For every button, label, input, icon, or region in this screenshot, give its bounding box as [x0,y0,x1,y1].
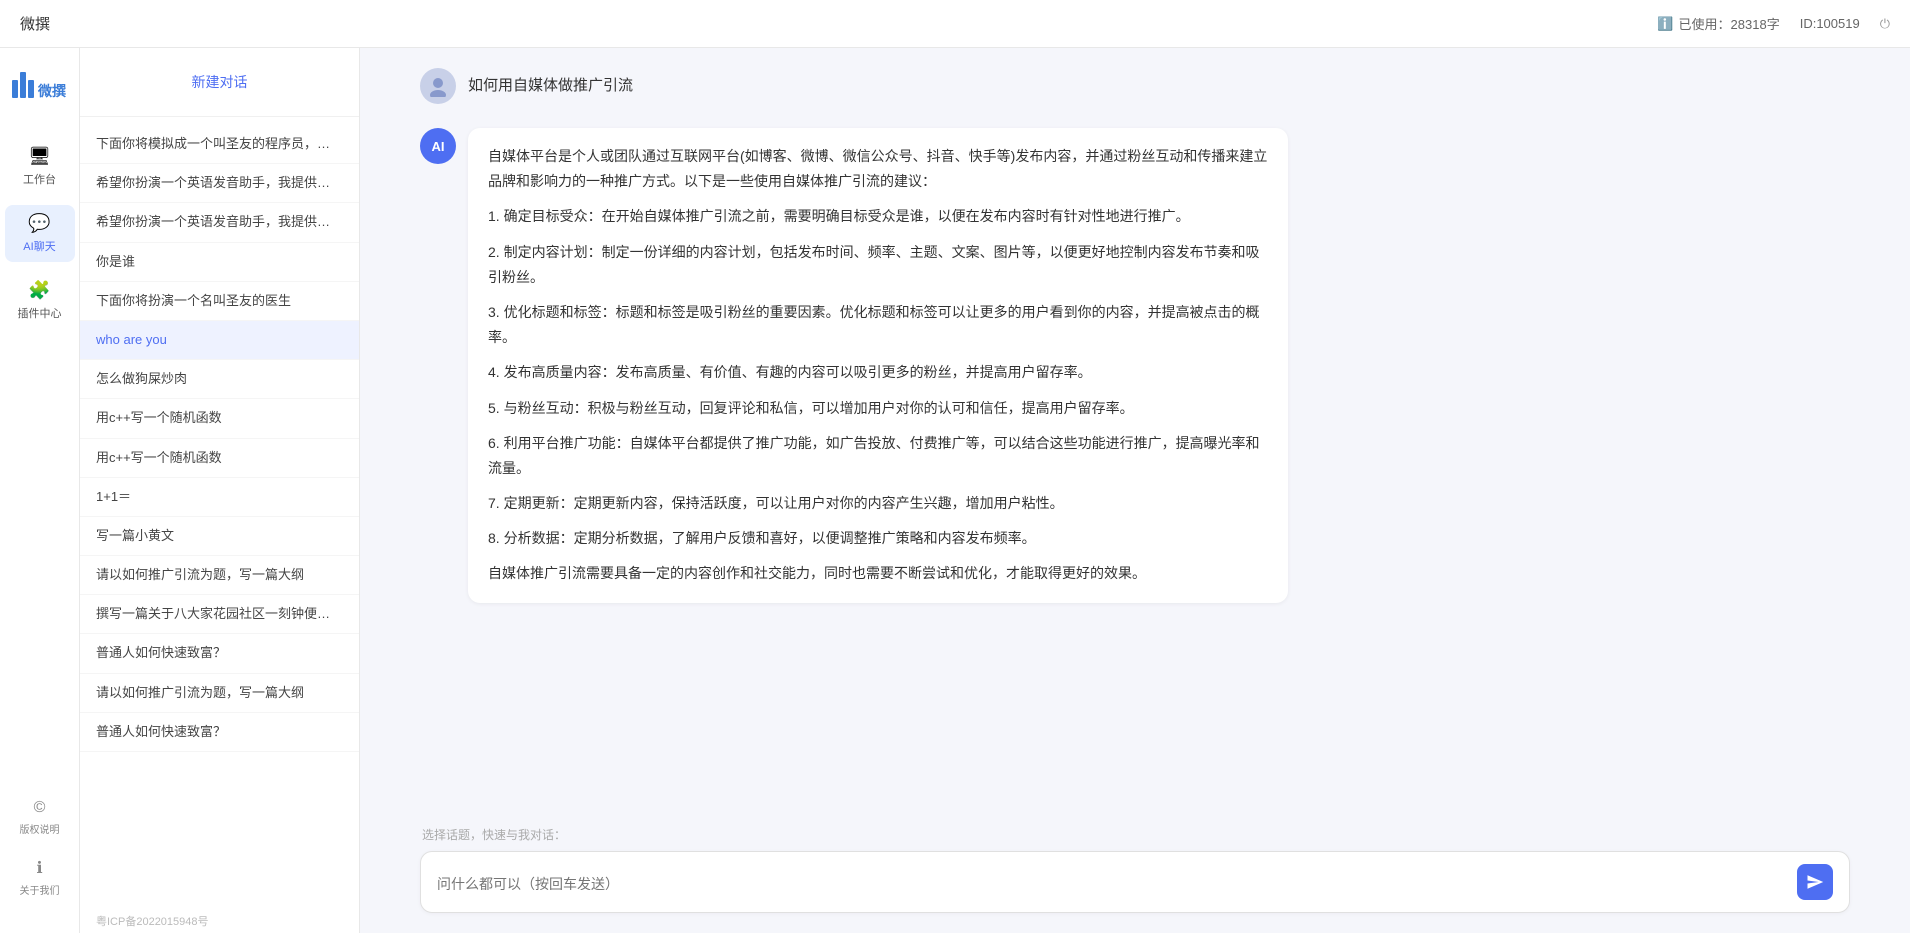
sidebar-header: 新建对话 [80,48,359,117]
sidebar-item[interactable]: 希望你扮演一个英语发音助手，我提供给你... [80,164,359,203]
sidebar-item[interactable]: 撰写一篇关于八大家花园社区一刻钟便民生... [80,595,359,634]
sidebar-item[interactable]: 用c++写一个随机函数 [80,439,359,478]
logo: 微撰 [10,68,70,108]
chat-quick-hint: 选择话题，快速与我对话： [420,826,1850,843]
ai-avatar: AI [420,128,456,164]
about-icon: ℹ [36,858,42,878]
user-avatar [420,68,456,104]
ai-message: AI 自媒体平台是个人或团队通过互联网平台(如博客、微博、微信公众号、抖音、快手… [420,128,1850,603]
nav-workbench[interactable]: 🖥 工作台 [5,138,75,195]
message-group-ai: AI 自媒体平台是个人或团队通过互联网平台(如博客、微博、微信公众号、抖音、快手… [420,128,1850,603]
sidebar-item[interactable]: 怎么做狗屎炒肉 [80,360,359,399]
ai-message-content: 自媒体平台是个人或团队通过互联网平台(如博客、微博、微信公众号、抖音、快手等)发… [468,128,1288,603]
nav-plugin-label: 插件中心 [18,305,62,321]
chat-input-box [420,851,1850,913]
nav-workbench-label: 工作台 [23,171,56,187]
plugin-icon: 🧩 [28,280,50,301]
ai-chat-icon: 💬 [28,213,50,234]
copyright-icon: © [34,799,46,817]
power-button[interactable]: ⏻ [1880,16,1890,32]
sidebar-item[interactable]: 普通人如何快速致富？ [80,713,359,752]
ai-para-1: 1. 确定目标受众：在开始自媒体推广引流之前，需要明确目标受众是谁，以便在发布内… [488,204,1268,229]
sidebar-item[interactable]: 请以如何推广引流为题，写一篇大纲 [80,556,359,595]
user-message-text: 如何用自媒体做推广引流 [468,68,633,98]
sidebar-item[interactable]: 请以如何推广引流为题，写一篇大纲 [80,674,359,713]
sidebar-item[interactable]: 用c++写一个随机函数 [80,399,359,438]
user-message: 如何用自媒体做推广引流 [420,68,1850,104]
usage-icon: ℹ️ [1657,16,1673,32]
chat-messages: 如何用自媒体做推广引流 AI 自媒体平台是个人或团队通过互联网平台(如博客、微博… [360,48,1910,816]
chat-input-field[interactable] [437,874,1797,890]
nav-ai-chat-label: AI聊天 [23,238,55,254]
sidebar-item[interactable]: 1+1＝ [80,478,359,517]
ai-para-8: 8. 分析数据：定期分析数据，了解用户反馈和喜好，以便调整推广策略和内容发布频率… [488,526,1268,551]
id-label: ID:100519 [1800,16,1860,31]
ai-para-2: 2. 制定内容计划：制定一份详细的内容计划，包括发布时间、频率、主题、文案、图片… [488,240,1268,290]
nav-copyright[interactable]: © 版权说明 [14,793,66,842]
sidebar-item[interactable]: 下面你将模拟成一个叫圣友的程序员，我说... [80,125,359,164]
workbench-icon: 🖥 [28,146,51,167]
sidebar-item-active[interactable]: who are you [80,321,359,360]
sidebar-item[interactable]: 普通人如何快速致富？ [80,634,359,673]
icp-text: 粤ICP备2022015948号 [96,909,209,931]
ai-para-3: 3. 优化标题和标签：标题和标签是吸引粉丝的重要因素。优化标题和标签可以让更多的… [488,300,1268,350]
nav-ai-chat[interactable]: 💬 AI聊天 [5,205,75,262]
message-group-user: 如何用自媒体做推广引流 [420,68,1850,104]
sidebar-item[interactable]: 希望你扮演一个英语发音助手，我提供给你... [80,203,359,242]
svg-text:微撰: 微撰 [37,83,66,99]
usage-label: 已使用：28318字 [1679,14,1780,33]
sidebar-item[interactable]: 下面你将扮演一个名叫圣友的医生 [80,282,359,321]
nav-about-label: 关于我们 [20,882,60,897]
new-chat-button[interactable]: 新建对话 [96,64,343,100]
nav-bottom: © 版权说明 ℹ 关于我们 [14,793,66,913]
topbar: 微撰 ℹ️ 已使用：28318字 ID:100519 ⏻ [0,0,1910,48]
sidebar-item[interactable]: 你是谁 [80,243,359,282]
usage-info: ℹ️ 已使用：28318字 [1657,14,1779,33]
ai-para-7: 7. 定期更新：定期更新内容，保持活跃度，可以让用户对你的内容产生兴趣，增加用户… [488,491,1268,516]
sidebar-item[interactable]: 写一篇小黄文 [80,517,359,556]
ai-para-6: 6. 利用平台推广功能：自媒体平台都提供了推广功能，如广告投放、付费推广等，可以… [488,431,1268,481]
left-nav: 微撰 🖥 工作台 💬 AI聊天 🧩 插件中心 © 版权说明 ℹ 关于我们 [0,48,80,933]
ai-para-9: 自媒体推广引流需要具备一定的内容创作和社交能力，同时也需要不断尝试和优化，才能取… [488,561,1268,586]
nav-copyright-label: 版权说明 [20,821,60,836]
nav-plugin[interactable]: 🧩 插件中心 [5,272,75,329]
chat-send-button[interactable] [1797,864,1833,900]
sidebar: 新建对话 下面你将模拟成一个叫圣友的程序员，我说... 希望你扮演一个英语发音助… [80,48,360,933]
topbar-right: ℹ️ 已使用：28318字 ID:100519 ⏻ [1657,14,1890,33]
sidebar-list: 下面你将模拟成一个叫圣友的程序员，我说... 希望你扮演一个英语发音助手，我提供… [80,117,359,933]
ai-para-0: 自媒体平台是个人或团队通过互联网平台(如博客、微博、微信公众号、抖音、快手等)发… [488,144,1268,194]
ai-para-4: 4. 发布高质量内容：发布高质量、有价值、有趣的内容可以吸引更多的粉丝，并提高用… [488,360,1268,385]
chat-input-area: 选择话题，快速与我对话： [360,816,1910,933]
ai-para-5: 5. 与粉丝互动：积极与粉丝互动，回复评论和私信，可以增加用户对你的认可和信任，… [488,396,1268,421]
topbar-title: 微撰 [20,13,50,34]
chat-area: 如何用自媒体做推广引流 AI 自媒体平台是个人或团队通过互联网平台(如博客、微博… [360,48,1910,933]
nav-about[interactable]: ℹ 关于我们 [14,852,66,903]
